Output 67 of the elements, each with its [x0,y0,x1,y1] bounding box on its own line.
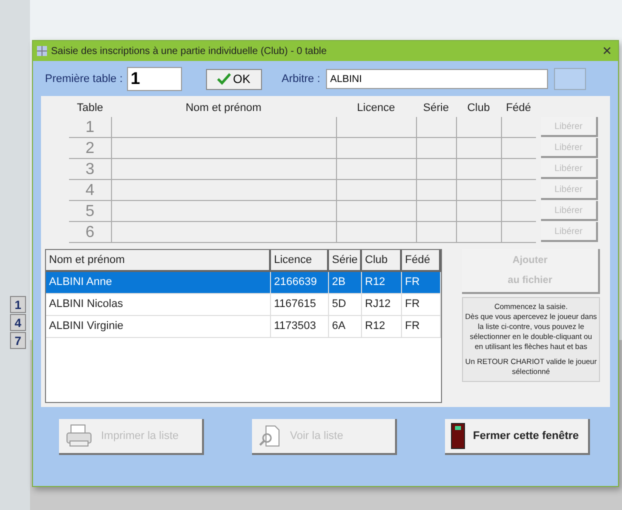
close-button[interactable]: ✕ [602,44,612,58]
list-cell[interactable]: ALBINI Anne [46,272,271,294]
list-cell[interactable]: 5D [329,294,362,316]
table-cell [501,117,536,138]
check-icon [216,73,231,85]
first-table-label: Première table : [45,73,123,85]
list-cell[interactable]: R12 [362,316,402,338]
table-cell [416,159,456,180]
column-header: Club [466,101,491,116]
table-cell [501,222,536,243]
column-header[interactable]: Série [329,250,362,272]
table-number: 4 [69,180,111,201]
side-key[interactable]: 1 [10,296,26,313]
close-window-button[interactable]: Fermer cette fenêtre [445,419,590,455]
table-number: 2 [69,138,111,159]
column-header: Série [422,101,450,116]
table-cell [416,117,456,138]
side-key[interactable]: 7 [10,332,26,349]
table-cell [416,180,456,201]
column-header: Table [76,101,104,116]
list-cell[interactable]: R12 [362,272,402,294]
column-header[interactable]: Club [362,250,402,272]
column-header: Nom et prénom [184,101,262,116]
table-cell [456,159,501,180]
table-cell [501,180,536,201]
table-number: 6 [69,222,111,243]
app-icon [37,46,47,56]
table-cell [456,201,501,222]
list-cell[interactable]: FR [402,294,441,316]
document-magnifier-icon [258,424,282,448]
list-cell[interactable]: RJ12 [362,294,402,316]
small-field[interactable] [554,68,586,90]
window-title: Saisie des inscriptions à une partie individuelle (Club) - 0 table [51,46,328,56]
list-cell[interactable]: FR [402,316,441,338]
ok-button[interactable]: OK [206,68,262,90]
column-header[interactable]: Licence [271,250,329,272]
column-header[interactable]: Nom et prénom [46,250,271,272]
table-cell [501,159,536,180]
door-icon [451,423,465,449]
list-cell[interactable]: 2166639 [271,272,329,294]
list-cell[interactable]: 6A [329,316,362,338]
column-header: Fédé [504,101,532,116]
table-number: 5 [69,201,111,222]
table-cell [456,222,501,243]
table-cell [416,138,456,159]
table-cell [416,201,456,222]
table-cell [456,138,501,159]
referee-field[interactable]: ALBINI [326,69,548,89]
table-number: 1 [69,117,111,138]
column-header[interactable]: Fédé [402,250,441,272]
table-cell [456,180,501,201]
list-cell[interactable]: ALBINI Virginie [46,316,271,338]
list-cell[interactable]: 1167615 [271,294,329,316]
list-cell[interactable]: 1173503 [271,316,329,338]
list-cell[interactable]: FR [402,272,441,294]
list-cell[interactable]: 2B [329,272,362,294]
table-cell [501,201,536,222]
column-header: Licence [356,101,396,116]
table-cell [501,138,536,159]
table-cell [456,117,501,138]
list-cell[interactable]: ALBINI Nicolas [46,294,271,316]
side-key[interactable]: 4 [10,314,26,331]
table-cell [416,222,456,243]
first-table-field[interactable]: 1 [126,67,182,91]
referee-label: Arbitre : [282,73,320,85]
printer-icon [65,424,93,448]
table-number: 3 [69,159,111,180]
